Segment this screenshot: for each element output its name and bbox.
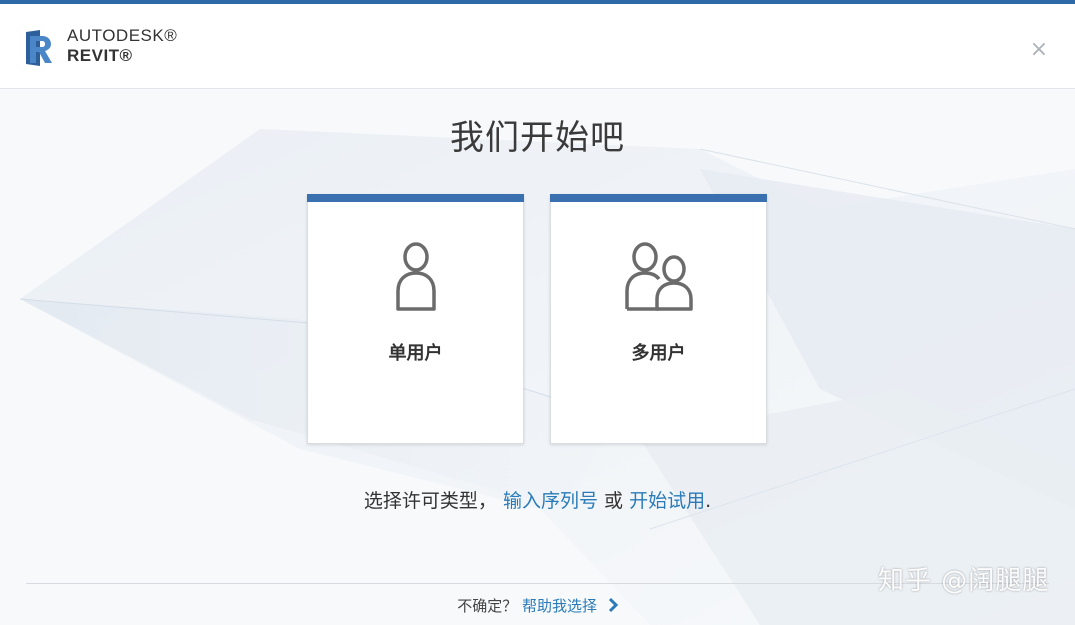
unsure-text: 不确定？: [457, 597, 518, 615]
autodesk-revit-logo: AUTODESK® REVIT®: [24, 26, 184, 70]
watermark: 知乎 @阔腿腿: [878, 566, 1050, 596]
or-text: 或: [604, 490, 624, 512]
start-trial-link[interactable]: 开始试用: [629, 490, 705, 512]
close-button[interactable]: ×: [1029, 39, 1049, 61]
footer: 不确定？ 帮助我选择: [0, 595, 1075, 616]
single-user-card[interactable]: 单用户: [307, 194, 524, 444]
chevron-right-icon[interactable]: [608, 597, 618, 613]
period-text: .: [705, 490, 712, 512]
brand-revit: REVIT®: [67, 46, 133, 65]
page-title: 我们开始吧: [450, 118, 625, 158]
background-artwork: [0, 89, 1075, 625]
enter-serial-link[interactable]: 输入序列号: [503, 490, 598, 512]
multi-user-card[interactable]: 多用户: [550, 194, 767, 444]
revit-logo-icon: [26, 30, 52, 66]
single-user-icon: [308, 237, 523, 317]
help-me-choose-link[interactable]: 帮助我选择: [522, 597, 597, 615]
single-user-label: 单用户: [388, 343, 443, 364]
license-prompt-text: 选择许可类型，: [363, 490, 497, 512]
multi-user-icon: [551, 237, 766, 317]
brand-autodesk: AUTODESK®: [67, 26, 178, 45]
logo-text: AUTODESK® REVIT®: [67, 26, 177, 66]
multi-user-label: 多用户: [631, 343, 686, 364]
license-type-prompt: 选择许可类型， 输入序列号 或 开始试用.: [0, 486, 1075, 513]
header: AUTODESK® REVIT® ×: [0, 4, 1075, 89]
